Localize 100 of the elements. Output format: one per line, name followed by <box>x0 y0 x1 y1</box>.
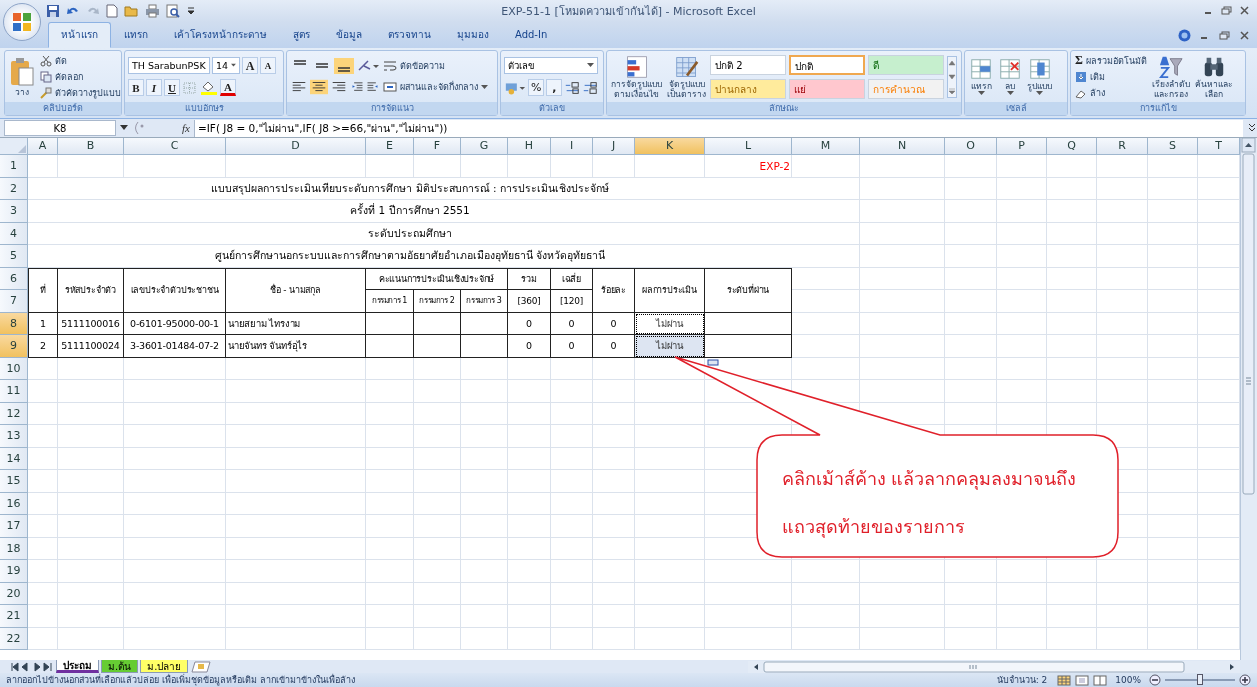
ribbon-tab[interactable]: มุมมอง <box>444 22 502 48</box>
gallery-scrollbar[interactable] <box>947 55 957 98</box>
find-select-button[interactable]: ค้นหาและ เลือก <box>1193 54 1234 99</box>
ribbon-tab[interactable]: ข้อมูล <box>323 22 375 48</box>
column-header[interactable]: G <box>461 138 508 155</box>
sheet-tab[interactable]: ม.ต้น <box>101 660 139 673</box>
column-header[interactable]: B <box>58 138 124 155</box>
grow-font-button[interactable]: A <box>242 57 258 74</box>
ribbon-tab[interactable]: หน้าแรก <box>48 22 111 48</box>
autosum-button[interactable]: Σ ผลรวมอัตโนมัติ <box>1074 53 1148 68</box>
row-header[interactable]: 13 <box>0 425 28 448</box>
close-icon[interactable] <box>1239 6 1251 16</box>
format-as-table-button[interactable]: จัดรูปแบบ เป็นตาราง <box>666 54 707 99</box>
new-document-icon[interactable] <box>106 4 118 18</box>
cell-style-swatch[interactable]: ดี <box>868 54 944 75</box>
column-header[interactable]: K <box>635 138 705 155</box>
cell-style-swatch[interactable]: ปกติ <box>789 54 865 75</box>
page-layout-icon[interactable] <box>1075 674 1090 686</box>
restore-icon[interactable] <box>1219 30 1231 41</box>
ribbon-tab[interactable]: สูตร <box>280 22 323 48</box>
column-header[interactable]: R <box>1097 138 1148 155</box>
row-header[interactable]: 6 <box>0 267 28 290</box>
formula-field[interactable]: =IF( J8 = 0,"ไม่ผ่าน",IF( J8 >=66,"ผ่าน","ไม่ผ่าน")) <box>193 119 1243 137</box>
cell-style-swatch[interactable]: แย่ <box>789 78 865 99</box>
ribbon-tab[interactable]: แทรก <box>111 22 161 48</box>
printer-icon[interactable] <box>145 4 160 18</box>
insert-sheet-icon[interactable] <box>190 660 213 673</box>
sheet-tab[interactable]: ประถม <box>56 660 99 673</box>
column-header[interactable]: T <box>1198 138 1240 155</box>
cells-button[interactable]: รูปแบบ <box>1026 57 1053 96</box>
ribbon-tab[interactable]: Add-In <box>502 22 561 48</box>
shrink-font-button[interactable]: A <box>260 57 276 74</box>
row-header[interactable]: 8 <box>0 312 28 335</box>
row-header[interactable]: 18 <box>0 537 28 560</box>
customize-caret-icon[interactable] <box>187 6 195 16</box>
sort-filter-button[interactable]: เรียงลำดับ และกรอง <box>1150 54 1191 99</box>
office-button[interactable] <box>3 3 41 41</box>
row-header[interactable]: 7 <box>0 290 28 313</box>
column-header[interactable]: L <box>705 138 792 155</box>
row-header[interactable]: 9 <box>0 335 28 358</box>
row-header[interactable]: 3 <box>0 200 28 223</box>
comma-button[interactable]: , <box>546 79 563 96</box>
column-header[interactable]: E <box>366 138 414 155</box>
normal-view-icon[interactable] <box>1057 674 1072 686</box>
vertical-align-icon[interactable] <box>334 58 354 74</box>
row-header[interactable]: 12 <box>0 402 28 425</box>
sheet-navigation-icon[interactable] <box>10 661 54 672</box>
paste-button[interactable]: วาง <box>8 56 36 97</box>
clipboard-button[interactable]: ตัด <box>39 53 122 68</box>
row-header[interactable]: 14 <box>0 447 28 470</box>
zoom-out-icon[interactable] <box>1149 674 1161 686</box>
dropdown-caret-icon[interactable] <box>120 125 128 131</box>
column-header[interactable]: M <box>792 138 860 155</box>
page-break-icon[interactable] <box>1093 674 1108 686</box>
column-header[interactable]: C <box>124 138 226 155</box>
underline-button[interactable]: U <box>164 79 180 96</box>
row-header[interactable]: 10 <box>0 357 28 380</box>
row-header[interactable]: 1 <box>0 155 28 178</box>
column-header[interactable]: P <box>997 138 1047 155</box>
folder-icon[interactable] <box>124 4 139 18</box>
row-header[interactable]: 19 <box>0 560 28 583</box>
column-header[interactable]: F <box>414 138 461 155</box>
column-header[interactable]: S <box>1148 138 1198 155</box>
bold-button[interactable]: B <box>128 79 144 96</box>
row-header[interactable]: 20 <box>0 582 28 605</box>
column-header[interactable]: Q <box>1047 138 1097 155</box>
insert-function-button[interactable]: fx <box>182 122 190 134</box>
restore-icon[interactable] <box>1221 6 1233 16</box>
help-icon[interactable] <box>1178 29 1191 42</box>
ribbon-tab[interactable]: ตรวจทาน <box>375 22 444 48</box>
zoom-in-icon[interactable] <box>1239 674 1251 686</box>
column-header[interactable]: A <box>28 138 58 155</box>
fill-color-icon[interactable] <box>200 79 218 96</box>
row-header[interactable]: 5 <box>0 245 28 268</box>
row-header[interactable]: 11 <box>0 380 28 403</box>
cells-button[interactable]: แทรก <box>968 57 994 96</box>
font-color-button[interactable]: A <box>220 79 236 96</box>
cell-style-swatch[interactable]: ปกติ 2 <box>710 54 786 75</box>
row-header[interactable]: 21 <box>0 605 28 628</box>
font-size-field[interactable]: 14 <box>212 57 240 74</box>
row-header[interactable]: 4 <box>0 222 28 245</box>
column-header[interactable]: D <box>226 138 366 155</box>
cell-style-swatch[interactable]: ปานกลาง <box>710 78 786 99</box>
row-header[interactable]: 2 <box>0 177 28 200</box>
row-header[interactable]: 22 <box>0 627 28 650</box>
expand-formula-icon[interactable] <box>1247 122 1257 134</box>
column-header[interactable]: O <box>945 138 997 155</box>
row-header[interactable]: 17 <box>0 515 28 538</box>
close-icon[interactable] <box>1239 30 1251 41</box>
vertical-scrollbar[interactable] <box>1240 138 1257 660</box>
ribbon-tab[interactable]: เค้าโครงหน้ากระดาษ <box>161 22 280 48</box>
print-preview-icon[interactable] <box>166 4 181 18</box>
row-header[interactable]: 15 <box>0 470 28 493</box>
clipboard-button[interactable]: คัดลอก <box>39 69 122 84</box>
wrap-text-button[interactable]: ตัดข้อความ <box>382 59 446 73</box>
font-name-field[interactable]: TH SarabunPSK <box>128 57 210 74</box>
column-header[interactable]: J <box>593 138 635 155</box>
conditional-formatting-button[interactable]: การจัดรูปแบบ ตามเงื่อนไข <box>610 54 663 99</box>
zoom-slider-thumb[interactable] <box>1197 674 1203 685</box>
cells-button[interactable]: ลบ <box>997 57 1023 96</box>
